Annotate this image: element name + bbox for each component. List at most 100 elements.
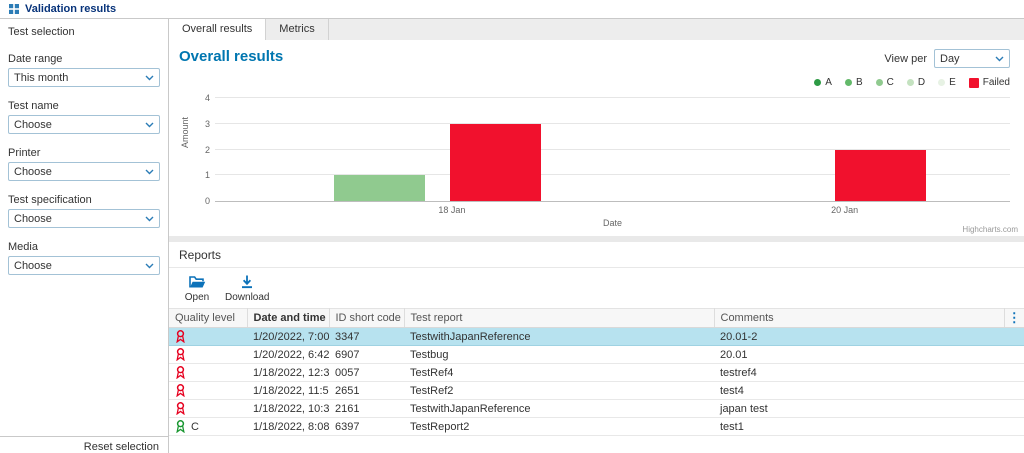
reports-panel: Reports OpenDownload Quality levelDate a… [169, 242, 1024, 453]
cell-date-time: 1/20/2022, 7:00:30... [247, 328, 329, 346]
quality-ribbon-icon [175, 348, 186, 361]
table-body: 1/20/2022, 7:00:30...3347TestwithJapanRe… [169, 328, 1024, 436]
chevron-down-icon [145, 169, 154, 175]
y-tick-label: 4 [205, 93, 210, 103]
y-tick-label: 0 [205, 196, 210, 206]
view-per-value: Day [940, 53, 960, 65]
column-header-date-and-time[interactable]: Date and time [247, 309, 329, 328]
legend-marker-icon [876, 79, 883, 86]
cell-row-menu [1004, 400, 1024, 418]
column-menu-icon[interactable]: ⋮ [1008, 310, 1021, 325]
open-button[interactable]: Open [179, 275, 215, 303]
filter-value: Choose [14, 166, 52, 178]
filter-group-test-name: Test name Choose [8, 100, 160, 134]
legend-item-e[interactable]: E [938, 77, 956, 88]
table-row[interactable]: 1/20/2022, 6:42:13...6907Testbug20.01 [169, 346, 1024, 364]
tab-metrics[interactable]: Metrics [266, 19, 328, 40]
reports-table: Quality level Date and timeID short code T… [169, 308, 1024, 436]
cell-quality-level: C [169, 418, 247, 436]
chevron-down-icon [145, 122, 154, 128]
cell-comments: 20.01-2 [714, 328, 1004, 346]
cell-row-menu [1004, 364, 1024, 382]
cell-row-menu [1004, 328, 1024, 346]
legend-label: D [918, 77, 925, 88]
legend-item-failed[interactable]: Failed [969, 77, 1010, 88]
y-axis-label: Amount [180, 117, 190, 148]
y-tick-label: 2 [205, 145, 210, 155]
cell-row-menu [1004, 382, 1024, 400]
column-label: Date and time [254, 312, 326, 324]
reset-selection-link[interactable]: Reset selection [84, 441, 159, 453]
filter-group-date-range: Date rangeThis month [8, 53, 160, 87]
table-row[interactable]: 1/18/2022, 10:32:34...2161TestwithJapanR… [169, 400, 1024, 418]
chart-credit: Highcharts.com [962, 225, 1018, 234]
panel-header: Overall results View per Day [179, 48, 1010, 68]
download-button[interactable]: Download [225, 275, 269, 303]
cell-id-short-code: 6907 [329, 346, 404, 364]
legend-marker-icon [969, 78, 979, 88]
cell-row-menu [1004, 418, 1024, 436]
cell-id-short-code: 6397 [329, 418, 404, 436]
legend-item-c[interactable]: C [876, 77, 894, 88]
legend-item-a[interactable]: A [814, 77, 832, 88]
cell-date-time: 1/18/2022, 11:56:23... [247, 382, 329, 400]
column-header-id-short-code[interactable]: ID short code [329, 309, 404, 328]
filter-label-test-name: Test name [8, 100, 160, 112]
quality-grade: C [191, 421, 199, 433]
page-title: Overall results [179, 48, 283, 65]
cell-quality-level [169, 382, 247, 400]
filter-select-test-name[interactable]: Choose [8, 115, 160, 134]
cell-quality-level [169, 400, 247, 418]
view-per-control: View per Day [884, 49, 1010, 68]
legend-item-b[interactable]: B [845, 77, 863, 88]
column-header-test-report[interactable]: Test report [404, 309, 714, 328]
table-row[interactable]: 1/18/2022, 12:30:57...0057TestRef4testre… [169, 364, 1024, 382]
app-title: Validation results [25, 3, 116, 15]
cell-id-short-code: 2161 [329, 400, 404, 418]
tab-bar: Overall resultsMetrics [169, 19, 1024, 40]
filter-group-printer: PrinterChoose [8, 147, 160, 181]
sidebar-title: Test selection [0, 19, 168, 40]
filter-group-media: Media Choose [8, 241, 160, 275]
column-header-comments[interactable]: Comments [714, 309, 1004, 328]
filter-label-media: Media [8, 241, 160, 253]
tab-overall-results[interactable]: Overall results [169, 19, 266, 40]
filter-value: Choose [14, 213, 52, 225]
chart-bar-c-18-jan [334, 175, 425, 201]
table-row[interactable]: 1/18/2022, 11:56:23...2651TestRef2test4 [169, 382, 1024, 400]
cell-quality-level [169, 328, 247, 346]
view-per-select[interactable]: Day [934, 49, 1010, 68]
quality-ribbon-icon [175, 402, 186, 415]
column-label: Quality level [175, 312, 235, 324]
filter-select-date-range[interactable]: This month [8, 68, 160, 87]
filter-select-test-specification[interactable]: Choose [8, 209, 160, 228]
table-header-row: Quality level Date and timeID short code T… [169, 309, 1024, 328]
filter-select-media[interactable]: Choose [8, 256, 160, 275]
cell-test-report: TestRef2 [404, 382, 714, 400]
cell-test-report: TestReport2 [404, 418, 714, 436]
x-axis-label: Date [603, 218, 622, 228]
legend-item-d[interactable]: D [907, 77, 925, 88]
filter-value: Choose [14, 119, 52, 131]
filter-label-test-specification: Test specification [8, 194, 160, 206]
main-area: Overall resultsMetrics Overall results V… [169, 19, 1024, 453]
chevron-down-icon [145, 263, 154, 269]
cell-row-menu [1004, 346, 1024, 364]
filter-list: Date rangeThis monthTest nameChoosePrint… [0, 40, 168, 436]
column-label: Test report [411, 312, 463, 324]
app-icon [9, 4, 19, 14]
x-tick-label: 18 Jan [438, 205, 465, 215]
legend-label: C [887, 77, 894, 88]
tool-label: Open [185, 292, 209, 303]
filter-select-printer[interactable]: Choose [8, 162, 160, 181]
chevron-down-icon [145, 75, 154, 81]
table-row[interactable]: C1/18/2022, 8:08:00...6397TestReport2tes… [169, 418, 1024, 436]
cell-id-short-code: 0057 [329, 364, 404, 382]
sidebar-test-selection: Test selection Date rangeThis month Test … [0, 19, 169, 453]
legend-marker-icon [907, 79, 914, 86]
cell-id-short-code: 3347 [329, 328, 404, 346]
open-folder-icon [189, 275, 206, 289]
column-header-quality-level[interactable]: Quality level [169, 309, 247, 328]
table-row[interactable]: 1/20/2022, 7:00:30...3347TestwithJapanRe… [169, 328, 1024, 346]
filter-value: This month [14, 72, 68, 84]
